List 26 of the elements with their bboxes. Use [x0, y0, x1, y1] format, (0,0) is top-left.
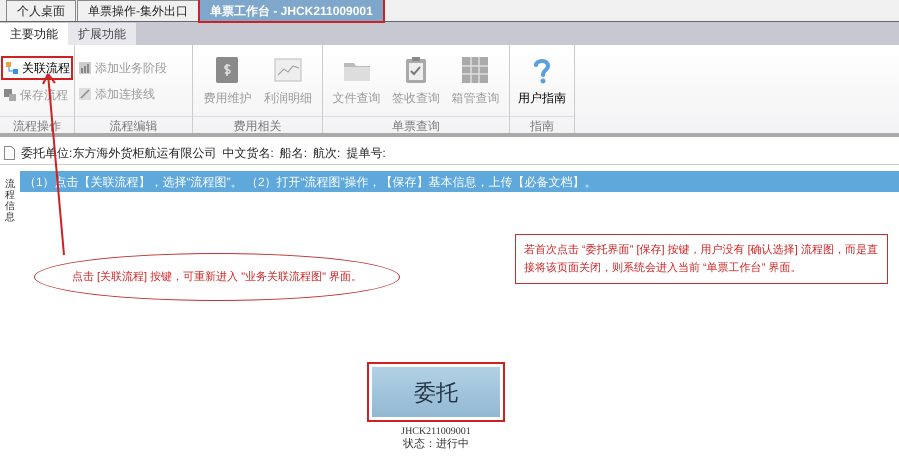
link-icon [5, 60, 19, 74]
ribbon-button[interactable]: 关联流程 [3, 58, 71, 78]
bar-chart-icon [78, 60, 92, 74]
flow-node[interactable]: 委托 [367, 362, 505, 422]
page-tab[interactable]: 个人桌面 [6, 0, 76, 21]
group-title: 指南 [510, 116, 574, 133]
ribbon-tab[interactable]: 主要功能 [0, 23, 68, 45]
group-title: 单票查询 [323, 116, 509, 133]
group-title: 费用相关 [193, 116, 322, 133]
page-tab[interactable]: 单票工作台 - JHCK211009001 [200, 0, 383, 21]
callout-note: 若首次点击 “委托界面” [保存] 按键，用户没有 [确认选择] 流程图，而是直接将该页面关闭，则系统会进入当前 “单票工作台” 界面。 [515, 234, 888, 284]
node-id: JHCK211009001 [401, 426, 471, 437]
info-label: 船名: [280, 144, 308, 162]
grid-icon [460, 54, 490, 84]
node-status: 状态：进行中 [403, 437, 469, 451]
group-title: 流程编辑 [75, 116, 192, 133]
side-panel-label: 流程信息 [5, 179, 15, 223]
ribbon-button[interactable]: 用户指南 [518, 54, 566, 106]
info-label: 中文货名: [222, 144, 274, 162]
info-label: 航次: [313, 144, 340, 162]
ribbon-tab[interactable]: 扩展功能 [68, 23, 136, 45]
line-icon [78, 86, 92, 100]
document-icon [4, 146, 15, 160]
callout-ellipse: 点击 [关联流程] 按键，可重新进入 "业务关联流程图" 界面。 [34, 253, 400, 301]
page-tab[interactable]: 单票操作-集外出口 [77, 0, 199, 21]
info-label: 提单号: [346, 144, 386, 162]
